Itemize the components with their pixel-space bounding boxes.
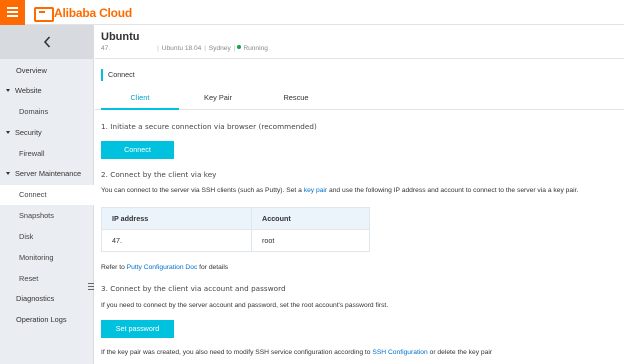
status-dot-icon xyxy=(237,45,242,50)
ip-address-value: 47. xyxy=(101,229,252,252)
caret-down-icon xyxy=(6,130,10,134)
account-value: root xyxy=(251,229,370,252)
sidebar-collapse-icon[interactable] xyxy=(88,283,94,291)
sidebar-item-reset[interactable]: Reset xyxy=(0,269,94,289)
alibaba-cloud-logo-icon xyxy=(34,7,54,22)
account-header: Account xyxy=(251,207,370,230)
step-2-description: You can connect to the server via SSH cl… xyxy=(101,187,578,194)
instance-status: Running xyxy=(243,45,268,52)
sidebar-item-label: Overview xyxy=(16,66,47,75)
tab-client[interactable]: Client xyxy=(101,87,179,110)
step-2-heading: 2. Connect by the client via key xyxy=(101,170,217,179)
putty-doc-link[interactable]: Putty Configuration Doc xyxy=(127,264,198,271)
sidebar-item-label: Monitoring xyxy=(19,253,54,262)
tab-key-pair[interactable]: Key Pair xyxy=(179,87,257,110)
brand-logo[interactable]: Alibaba Cloud xyxy=(34,5,133,22)
sidebar-item-monitoring[interactable]: Monitoring xyxy=(0,248,94,268)
tab-rescue[interactable]: Rescue xyxy=(257,87,335,110)
sidebar-item-label: Disk xyxy=(19,232,34,241)
sidebar-item-label: Server Maintenance xyxy=(15,169,82,178)
sidebar-item-diagnostics[interactable]: Diagnostics xyxy=(0,289,94,309)
sidebar-item-snapshots[interactable]: Snapshots xyxy=(0,206,94,226)
refer-text: Refer to Putty Configuration Doc for det… xyxy=(101,264,228,271)
sidebar-item-operation-logs[interactable]: Operation Logs xyxy=(0,310,94,330)
instance-meta: 47. | Ubuntu 18.04 | Sydney | Running xyxy=(101,45,268,52)
sidebar-item-label: Operation Logs xyxy=(16,315,67,324)
set-password-button[interactable]: Set password xyxy=(101,320,174,338)
sidebar-item-label: Connect xyxy=(19,190,47,199)
sidebar-item-label: Snapshots xyxy=(19,211,54,220)
back-button[interactable] xyxy=(0,25,93,59)
ip-address-header: IP address xyxy=(101,207,252,230)
refer-text-start: Refer to xyxy=(101,264,127,271)
ssh-configuration-link[interactable]: SSH Configuration xyxy=(372,349,427,356)
instance-os: Ubuntu 18.04 xyxy=(161,45,202,52)
step-2-text: You can connect to the server via SSH cl… xyxy=(101,187,304,194)
instance-name: Ubuntu xyxy=(101,31,140,43)
caret-down-icon xyxy=(6,88,10,92)
step-3-description: If you need to connect by the server acc… xyxy=(101,302,389,309)
sidebar-item-label: Security xyxy=(15,128,42,137)
refer-text-end: for details xyxy=(197,264,229,271)
sidebar-item-label: Firewall xyxy=(19,149,45,158)
caret-down-icon xyxy=(6,171,10,175)
step-3-heading: 3. Connect by the client via account and… xyxy=(101,284,286,293)
connection-info-table: IP address Account 47. root xyxy=(101,207,370,252)
footer-text-start: If the key pair was created, you also ne… xyxy=(101,349,373,356)
footer-text-end: or delete the key pair xyxy=(427,349,493,356)
step-1-heading: 1. Initiate a secure connection via brow… xyxy=(101,122,317,131)
sidebar: Overview Website Domains Security Firewa… xyxy=(0,25,94,364)
instance-header: Ubuntu 47. | Ubuntu 18.04 | Sydney | Runni… xyxy=(95,25,624,59)
sidebar-group-server-maintenance[interactable]: Server Maintenance xyxy=(0,164,94,184)
sidebar-group-security[interactable]: Security xyxy=(0,123,94,143)
sidebar-item-overview[interactable]: Overview xyxy=(0,61,94,81)
sidebar-item-label: Domains xyxy=(19,107,49,116)
chevron-left-icon xyxy=(43,36,50,48)
sidebar-group-website[interactable]: Website xyxy=(0,81,94,101)
sidebar-item-label: Reset xyxy=(19,274,39,283)
sidebar-item-connect[interactable]: Connect xyxy=(0,185,94,205)
sidebar-item-domains[interactable]: Domains xyxy=(0,102,94,122)
sidebar-item-disk[interactable]: Disk xyxy=(0,227,94,247)
step-2-text-end: and use the following IP address and acc… xyxy=(327,187,579,194)
instance-region: Sydney xyxy=(208,45,231,52)
table-row: 47. root xyxy=(101,229,370,252)
footer-note: If the key pair was created, you also ne… xyxy=(101,349,492,356)
key-pair-link[interactable]: key pair xyxy=(304,187,327,194)
sidebar-item-label: Diagnostics xyxy=(16,294,55,303)
connect-button[interactable]: Connect xyxy=(101,141,174,159)
section-title: Connect xyxy=(101,69,135,81)
tab-bar: Client Key Pair Rescue xyxy=(95,87,624,110)
table-header-row: IP address Account xyxy=(101,207,370,230)
sidebar-item-label: Website xyxy=(15,86,42,95)
sidebar-item-firewall[interactable]: Firewall xyxy=(0,144,94,164)
main-content: Ubuntu 47. | Ubuntu 18.04 | Sydney | Runni… xyxy=(95,25,624,364)
top-bar: Alibaba Cloud xyxy=(0,0,624,25)
instance-ip: 47. xyxy=(101,45,111,52)
menu-icon[interactable] xyxy=(0,0,25,25)
brand-name: Alibaba Cloud xyxy=(54,5,133,20)
